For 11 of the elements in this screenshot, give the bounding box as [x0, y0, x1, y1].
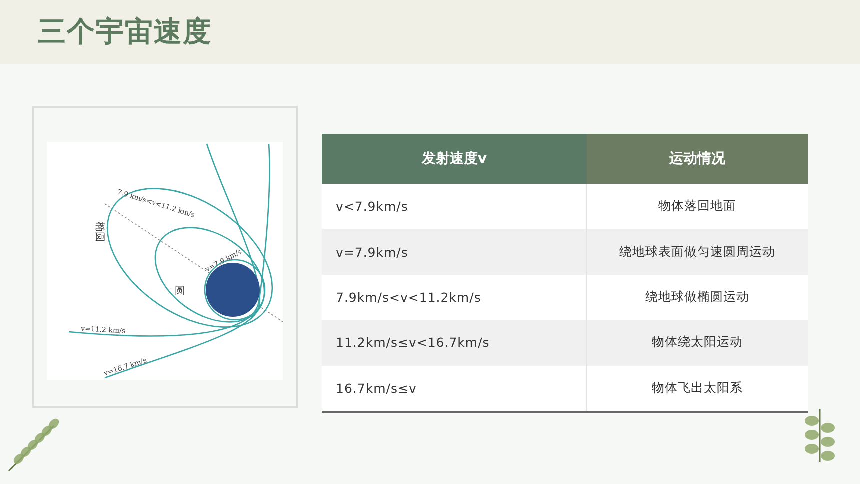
- table-cell: 16.7km/s≤v: [322, 366, 587, 411]
- column-header: 发射速度v: [322, 134, 587, 184]
- table-cell-text: 物体落回地面: [658, 197, 738, 216]
- diagram-label: 圆: [175, 286, 185, 297]
- table-cell-text: 物体飞出太阳系: [651, 378, 744, 397]
- table-cell-text: 绕地球表面做匀速圆周运动: [618, 242, 776, 261]
- diagram-label: 椭圆: [94, 222, 105, 242]
- column-header: 运动情况: [587, 134, 808, 184]
- table-cell-text: 物体绕太阳运动: [651, 333, 744, 352]
- table-cell-text: 绕地球做椭圆运动: [644, 288, 750, 306]
- slide-title: 三个宇宙速度: [38, 14, 212, 50]
